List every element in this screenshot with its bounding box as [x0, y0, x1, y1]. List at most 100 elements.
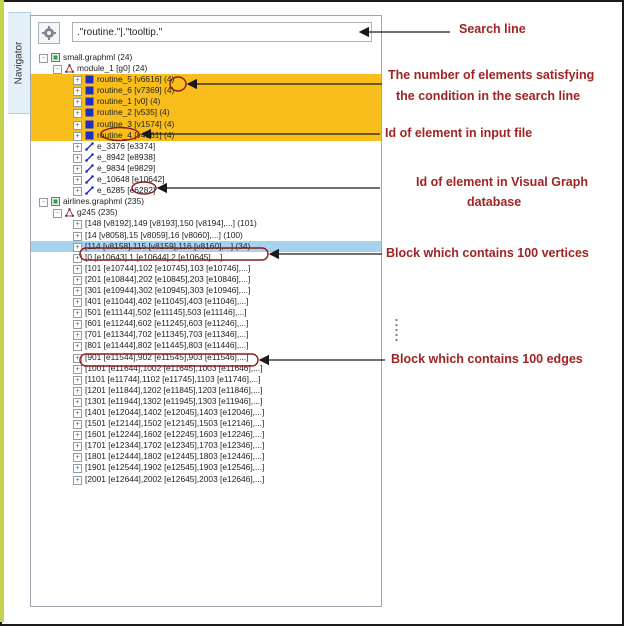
- expand-toggle-icon[interactable]: +: [73, 375, 82, 385]
- tree-row[interactable]: + e_6285 [e6282]: [31, 185, 381, 197]
- tree-row-label: [401 [e11044],402 [e11045],403 [e11046],…: [85, 296, 249, 307]
- expand-toggle-icon[interactable]: +: [73, 298, 82, 308]
- collapse-toggle-icon[interactable]: -: [53, 65, 62, 75]
- expand-toggle-icon[interactable]: +: [73, 342, 82, 352]
- tree-row[interactable]: + e_8942 [e8938]: [31, 152, 381, 163]
- tree-row-label: [0 [e10643],1 [e10644],2 [e10645],...]: [85, 251, 223, 262]
- tree-row[interactable]: + [1601 [e12244],1602 [e12245],1603 [e122…: [31, 429, 381, 441]
- expand-toggle-icon[interactable]: +: [73, 142, 82, 152]
- tree-row-label: [1701 [e12344],1702 [e12345],1703 [e1234…: [85, 440, 265, 451]
- expand-toggle-icon[interactable]: +: [73, 409, 82, 418]
- expand-toggle-icon[interactable]: +: [73, 386, 82, 396]
- tree-row[interactable]: + routine_6 [v7369] (4): [31, 85, 381, 97]
- tree-row-label: [1601 [e12244],1602 [e12245],1603 [e1224…: [85, 429, 265, 440]
- tree-row-label: module_1 [g0] (24): [77, 63, 148, 74]
- tree-row[interactable]: + [601 [e11244],602 [e11245],603 [e11246]…: [31, 318, 381, 330]
- expand-toggle-icon[interactable]: +: [73, 76, 82, 86]
- expand-toggle-icon[interactable]: +: [73, 220, 82, 230]
- tree-row-label: [1401 [e12044],1402 [e12045],1403 [e1204…: [85, 407, 265, 417]
- tree-row[interactable]: + e_10648 [e10642]: [31, 174, 381, 186]
- tree-row[interactable]: + [1801 [e12444],1802 [e12445],1803 [e124…: [31, 451, 381, 463]
- expand-toggle-icon[interactable]: +: [73, 264, 82, 274]
- tree-row-label: [148 [v8192],149 [v8193],150 [v8194],...…: [85, 218, 257, 229]
- tree-row[interactable]: + [1101 [e11744],1102 [e11745],1103 [e117…: [31, 374, 381, 385]
- tree-row[interactable]: + [1901 [e12544],1902 [e12545],1903 [e125…: [31, 462, 381, 474]
- annotation-count-line2: the condition in the search line: [396, 89, 581, 103]
- collapse-toggle-icon[interactable]: -: [39, 198, 48, 208]
- tree-row[interactable]: + e_3376 [e3374]: [31, 141, 381, 152]
- expand-toggle-icon[interactable]: +: [73, 153, 82, 163]
- annotation-search-line: Search line: [459, 22, 526, 36]
- expand-toggle-icon[interactable]: +: [73, 331, 82, 341]
- tree-row[interactable]: + [701 [e11344],702 [e11345],703 [e11346]…: [31, 329, 381, 341]
- tree-row[interactable]: + [1201 [e11844],1202 [e11845],1203 [e118…: [31, 385, 381, 396]
- expand-toggle-icon[interactable]: +: [73, 98, 82, 108]
- expand-toggle-icon[interactable]: +: [73, 353, 82, 363]
- tree-row[interactable]: + [301 [e10944],302 [e10945],303 [e10946]…: [31, 285, 381, 296]
- expand-toggle-icon[interactable]: +: [73, 364, 82, 374]
- annotation-count-line1: The number of elements satisfying: [388, 68, 595, 82]
- expand-toggle-icon[interactable]: +: [73, 420, 82, 430]
- edge-icon: [85, 175, 94, 184]
- tree-row[interactable]: + [0 [e10643],1 [e10644],2 [e10645],...]: [31, 252, 381, 263]
- collapse-toggle-icon[interactable]: -: [39, 54, 48, 63]
- tree-row-label: [101 [e10744],102 [e10745],103 [e10746],…: [85, 262, 251, 273]
- tree-row[interactable]: + routine_2 [v535] (4): [31, 107, 381, 119]
- tree-row[interactable]: + [901 [e11544],902 [e11545],903 [e11546]…: [31, 352, 381, 363]
- tree-row-label: routine_5 [v6616] (4): [97, 74, 175, 85]
- expand-toggle-icon[interactable]: +: [73, 442, 82, 452]
- graph-icon: [65, 208, 74, 218]
- tree-row[interactable]: - module_1 [g0] (24): [31, 63, 381, 75]
- expand-toggle-icon[interactable]: +: [73, 397, 82, 407]
- tree-row[interactable]: + routine_1 [v0] (4): [31, 96, 381, 108]
- tree-row[interactable]: - airlines.graphml (235): [31, 196, 381, 208]
- tree-row[interactable]: + [401 [e11044],402 [e11045],403 [e11046]…: [31, 296, 381, 308]
- expand-toggle-icon[interactable]: +: [73, 87, 82, 97]
- tree-row[interactable]: + [1001 [e11644],1002 [e11645],1003 [e116…: [31, 363, 381, 374]
- collapse-toggle-icon[interactable]: -: [53, 209, 62, 219]
- tree-row[interactable]: - small.graphml (24): [31, 52, 381, 63]
- tree-row[interactable]: + [101 [e10744],102 [e10745],103 [e10746]…: [31, 263, 381, 274]
- edge-icon: [85, 153, 94, 162]
- expand-toggle-icon[interactable]: +: [73, 109, 82, 119]
- expand-toggle-icon[interactable]: +: [73, 275, 82, 285]
- expand-toggle-icon[interactable]: +: [73, 120, 82, 130]
- tree-row[interactable]: + routine_5 [v6616] (4): [31, 74, 381, 86]
- search-input[interactable]: [72, 22, 372, 42]
- expand-toggle-icon[interactable]: +: [73, 475, 82, 485]
- tree-row[interactable]: + [1401 [e12044],1402 [e12045],1403 [e120…: [31, 407, 381, 418]
- panel-resize-grip[interactable]: [395, 318, 398, 342]
- expand-toggle-icon[interactable]: +: [73, 187, 82, 197]
- tree-row[interactable]: + [1501 [e12144],1502 [e12145],1503 [e121…: [31, 418, 381, 430]
- tree-row[interactable]: + [114 [v8158],115 [v8159],116 [v8160],..…: [31, 240, 381, 252]
- expand-toggle-icon[interactable]: +: [73, 242, 82, 252]
- tree-row[interactable]: + e_9834 [e9829]: [31, 163, 381, 174]
- expand-toggle-icon[interactable]: +: [73, 131, 82, 141]
- expand-toggle-icon[interactable]: +: [73, 286, 82, 296]
- expand-toggle-icon[interactable]: +: [73, 164, 82, 174]
- tree-row[interactable]: + [801 [e11444],802 [e11445],803 [e11446]…: [31, 340, 381, 352]
- tree-row[interactable]: + [14 [v8058],15 [v8059],16 [v8060],...] …: [31, 230, 381, 241]
- tree-row[interactable]: + [1701 [e12344],1702 [e12345],1703 [e123…: [31, 440, 381, 452]
- settings-gear-button[interactable]: [38, 22, 60, 44]
- expand-toggle-icon[interactable]: +: [73, 453, 82, 463]
- tree-row[interactable]: + routine_3 [v1574] (4): [31, 118, 381, 130]
- tree-row-label: e_8942 [e8938]: [97, 151, 156, 162]
- expand-toggle-icon[interactable]: +: [73, 431, 82, 441]
- navigator-tab[interactable]: Navigator: [8, 12, 31, 114]
- tree-row[interactable]: + [1301 [e11944],1302 [e11945],1303 [e119…: [31, 396, 381, 407]
- expand-toggle-icon[interactable]: +: [73, 464, 82, 474]
- expand-toggle-icon[interactable]: +: [73, 320, 82, 330]
- graph-file-icon: [51, 197, 60, 207]
- expand-toggle-icon[interactable]: +: [73, 309, 82, 319]
- tree-row[interactable]: + [501 [e11144],502 [e11145],503 [e11146]…: [31, 307, 381, 319]
- expand-toggle-icon[interactable]: +: [73, 253, 82, 263]
- tree-row[interactable]: + [148 [v8192],149 [v8193],150 [v8194],..…: [31, 218, 381, 230]
- tree-row[interactable]: - g245 (235): [31, 207, 381, 219]
- expand-toggle-icon[interactable]: +: [73, 231, 82, 241]
- tree-row-label: [501 [e11144],502 [e11145],503 [e11146],…: [85, 307, 247, 318]
- tree-row[interactable]: + [2001 [e12644],2002 [e12645],2003 [e126…: [31, 474, 381, 485]
- tree-row[interactable]: + [201 [e10844],202 [e10845],203 [e10846]…: [31, 274, 381, 285]
- expand-toggle-icon[interactable]: +: [73, 176, 82, 186]
- tree-row[interactable]: + routine_4 [v4661] (4): [31, 129, 381, 141]
